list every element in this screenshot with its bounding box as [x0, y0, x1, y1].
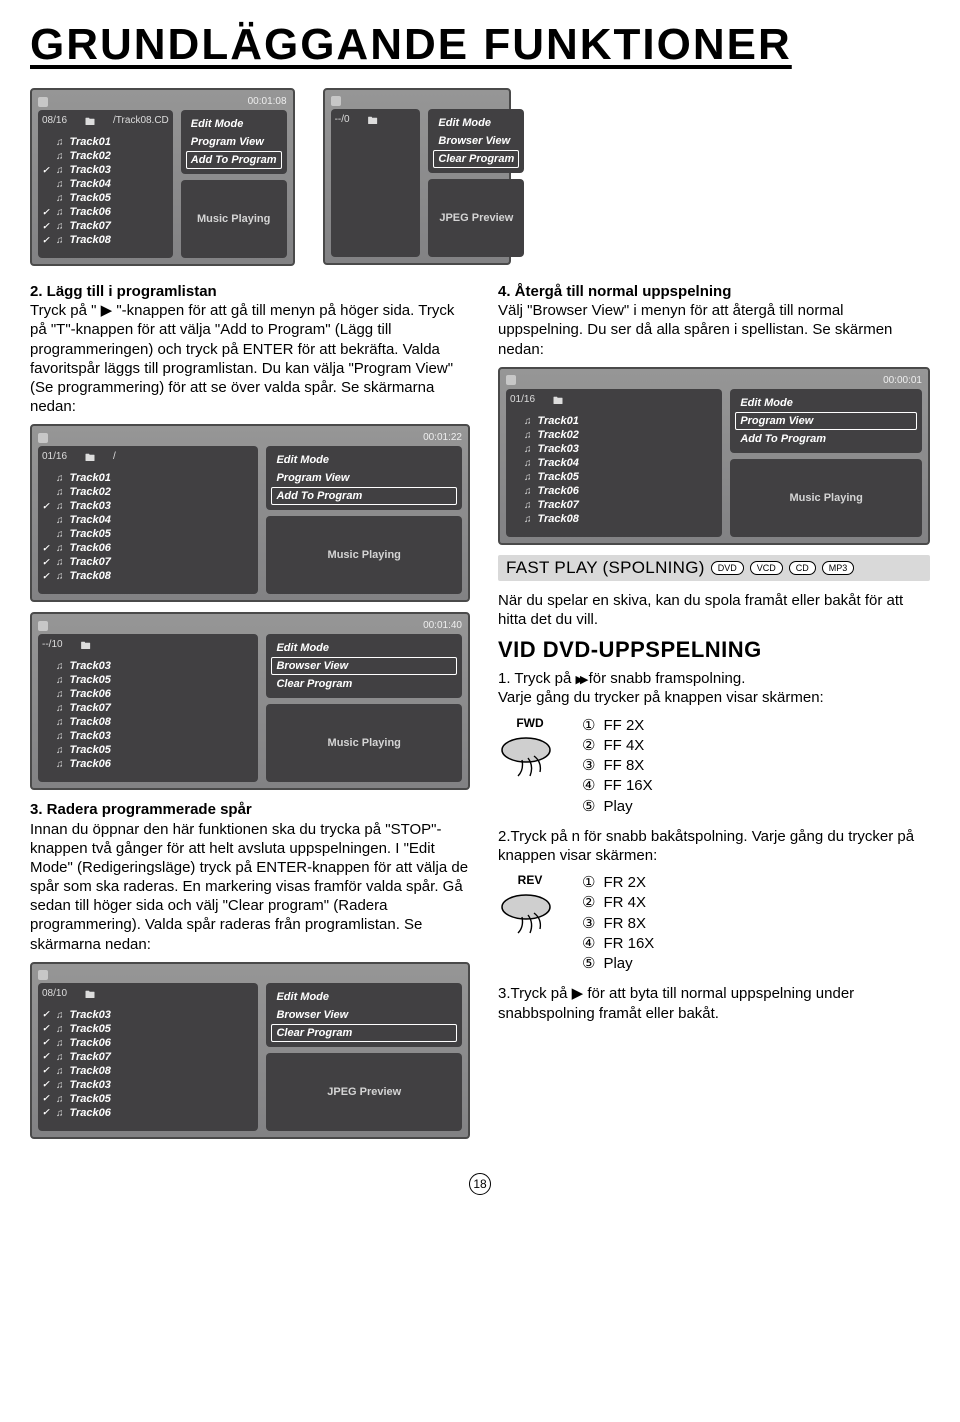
panel-l3: 08/10🖿 ✓Track03✓Track05✓Track06✓Track07✓… — [30, 962, 470, 1139]
page-title: GRUNDLÄGGANDE FUNKTIONER — [30, 20, 930, 70]
step2: 2.Tryck på n för snabb bakåtspolning. Va… — [498, 827, 930, 865]
vid-dvd-heading: VID DVD-UPPSPELNING — [498, 637, 930, 663]
sec4: 4. Återgå till normal uppspelning Välj "… — [498, 282, 930, 359]
sec3: 3. Radera programmerade spår Innan du öp… — [30, 800, 470, 954]
step3: 3.Tryck på ▶ för att byta till normal up… — [498, 984, 930, 1022]
panel-l2: 00:01:40 --/10🖿 Track03Track05Track06Tra… — [30, 612, 470, 790]
rev-speeds: ①FR 2X②FR 4X③FR 8X④FR 16X⑤Play — [582, 873, 654, 974]
badge-mp3: MP3 — [822, 561, 855, 575]
badge-cd: CD — [789, 561, 816, 575]
badge-dvd: DVD — [711, 561, 744, 575]
rev-button: REV — [498, 873, 562, 941]
fastplay-intro: När du spelar en skiva, kan du spola fra… — [498, 591, 930, 629]
step1: 1. Tryck på för snabb framspolning. Varj… — [498, 669, 930, 707]
fwd-button: FWD — [498, 716, 562, 784]
sec2: 2. Lägg till i programlistan Tryck på " … — [30, 282, 470, 416]
panel-top-right: --/0🖿 Edit ModeBrowser ViewClear Program… — [323, 88, 512, 265]
fastplay-header: FAST PLAY (SPOLNING) DVD VCD CD MP3 — [498, 555, 930, 581]
panel-l1: 00:01:22 01/16🖿/ Track01Track02✓Track03T… — [30, 424, 470, 602]
page-number: 18 — [30, 1173, 930, 1195]
panel-r1: 00:00:01 01/16🖿 Track01Track02Track03Tra… — [498, 367, 930, 545]
badge-vcd: VCD — [750, 561, 783, 575]
fast-forward-icon — [576, 670, 585, 687]
panel-top-left: 00:01:08 08/16🖿/Track08.CD Track01Track0… — [30, 88, 295, 266]
fwd-speeds: ①FF 2X②FF 4X③FF 8X④FF 16X⑤Play — [582, 716, 653, 817]
